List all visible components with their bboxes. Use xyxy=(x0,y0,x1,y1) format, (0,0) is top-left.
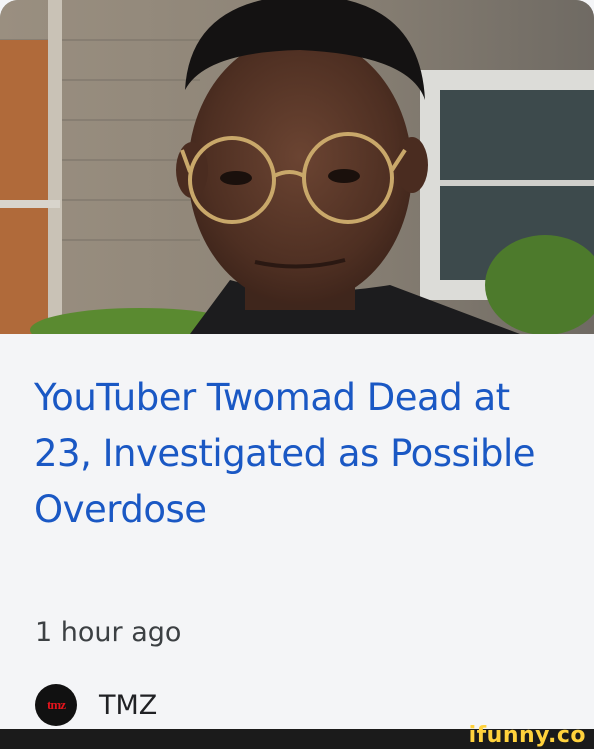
portrait-image xyxy=(0,0,594,334)
publish-time: 1 hour ago xyxy=(35,617,182,648)
source-logo-text: tmz xyxy=(47,697,66,712)
watermark-bar: ifunny.co xyxy=(0,723,594,749)
ifunny-watermark: ifunny.co xyxy=(468,723,586,748)
article-headline[interactable]: YouTuber Twomad Dead at 23, Investigated… xyxy=(34,370,574,538)
article-thumbnail[interactable] xyxy=(0,0,594,334)
source-name[interactable]: TMZ xyxy=(99,690,157,721)
news-card[interactable]: YouTuber Twomad Dead at 23, Investigated… xyxy=(0,0,594,729)
source-attribution[interactable]: tmz TMZ xyxy=(35,684,157,726)
tmz-logo-icon: tmz xyxy=(35,684,77,726)
